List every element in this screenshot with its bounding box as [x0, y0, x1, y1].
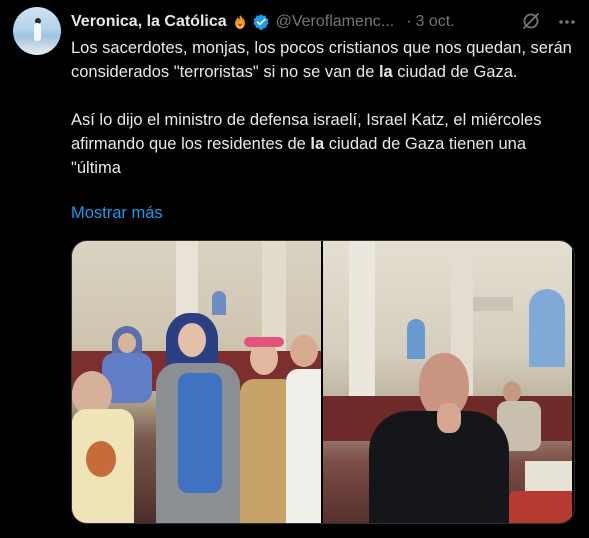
nuns-and-children-in-church-photo[interactable] — [72, 241, 321, 523]
tweet-header: Veronica, la Católica @Veroflamenc... · … — [71, 11, 455, 33]
date-separator: · — [406, 13, 412, 30]
tweet-text: Los sacerdotes, monjas, los pocos cristi… — [71, 36, 577, 180]
grok-slash-icon[interactable] — [521, 11, 541, 31]
author-handle[interactable]: @Veroflamenc... — [276, 13, 395, 31]
avatar-figure — [34, 23, 41, 41]
avatar[interactable] — [13, 7, 61, 55]
tweet-date[interactable]: 3 oct. — [415, 13, 454, 31]
fire-heart-icon — [234, 15, 245, 29]
more-dots-icon[interactable] — [557, 12, 577, 32]
verified-badge-icon — [252, 14, 269, 30]
tweet-paragraph-2: Así lo dijo el ministro de defensa israe… — [71, 111, 542, 177]
priest-praying-rosary-photo[interactable] — [323, 241, 572, 523]
author-name[interactable]: Veronica, la Católica — [71, 13, 227, 31]
media-grid — [71, 240, 575, 524]
show-more-link[interactable]: Mostrar más — [71, 204, 163, 223]
tweet[interactable]: Veronica, la Católica @Veroflamenc... · … — [0, 0, 589, 538]
tweet-paragraph-1: Los sacerdotes, monjas, los pocos cristi… — [71, 39, 572, 81]
